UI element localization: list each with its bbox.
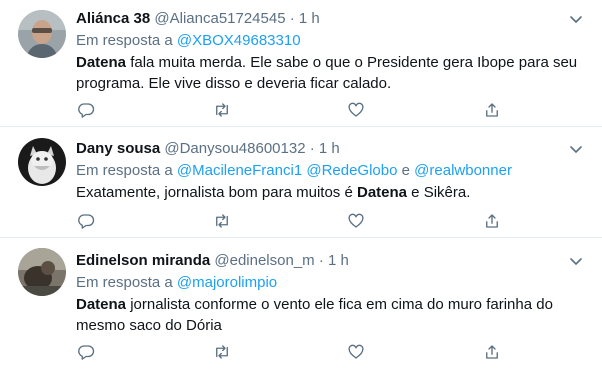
- mention-link[interactable]: @realwbonner: [414, 162, 512, 179]
- reply-context: Em resposta a @XBOX49683310: [76, 31, 588, 51]
- tweet-text-body: jornalista conforme o vento ele fica em …: [76, 296, 553, 334]
- separator: ·: [289, 10, 295, 27]
- reply-icon[interactable]: [76, 342, 96, 362]
- chevron-down-icon[interactable]: [568, 141, 584, 157]
- like-icon[interactable]: [346, 211, 366, 231]
- chevron-down-icon[interactable]: [568, 253, 584, 269]
- reply-prefix: Em resposta a: [76, 162, 173, 179]
- reply-icon[interactable]: [76, 211, 96, 231]
- share-icon[interactable]: [482, 211, 502, 231]
- tweet-header: Edinelson miranda @edinelson_m · 1 h: [76, 251, 588, 271]
- tweet-actions: [76, 211, 506, 231]
- separator: ·: [318, 252, 324, 269]
- mention-joiner: e: [397, 162, 415, 179]
- like-icon[interactable]: [346, 342, 366, 362]
- reply-context: Em resposta a @MacileneFranci1 @RedeGlob…: [76, 161, 588, 181]
- avatar[interactable]: [18, 138, 66, 186]
- retweet-icon[interactable]: [212, 100, 232, 120]
- retweet-icon[interactable]: [212, 211, 232, 231]
- highlighted-term: Datena: [76, 54, 127, 71]
- reply-icon[interactable]: [76, 100, 96, 120]
- tweet-text: Exatamente, jornalista bom para muitos é…: [76, 182, 588, 203]
- timestamp[interactable]: 1 h: [299, 10, 320, 27]
- reply-prefix: Em resposta a: [76, 274, 173, 291]
- avatar[interactable]: [18, 248, 66, 296]
- tweet-actions: [76, 100, 506, 120]
- reply-prefix: Em resposta a: [76, 32, 173, 49]
- timestamp[interactable]: 1 h: [319, 140, 340, 157]
- mention-link[interactable]: @RedeGlobo: [306, 162, 397, 179]
- handle[interactable]: @Danysou48600132: [164, 140, 305, 157]
- timeline: Aliánca 38 @Alianca51724545 · 1 h Em res…: [0, 0, 602, 371]
- highlighted-term: Datena: [76, 296, 127, 313]
- highlighted-term: Datena: [356, 184, 408, 201]
- handle[interactable]: @edinelson_m: [214, 252, 314, 269]
- tweet-header: Aliánca 38 @Alianca51724545 · 1 h: [76, 9, 588, 29]
- separator: ·: [309, 140, 315, 157]
- retweet-icon[interactable]: [212, 342, 232, 362]
- timestamp[interactable]: 1 h: [328, 252, 349, 269]
- share-icon[interactable]: [482, 100, 502, 120]
- mention-link[interactable]: @MacileneFranci1: [177, 162, 302, 179]
- like-icon[interactable]: [346, 100, 366, 120]
- display-name[interactable]: Aliánca 38: [76, 10, 150, 27]
- tweet[interactable]: Dany sousa @Danysou48600132 · 1 h Em res…: [0, 127, 602, 238]
- mention-link[interactable]: @majorolimpio: [177, 274, 277, 291]
- mention-link[interactable]: @XBOX49683310: [177, 32, 301, 49]
- chevron-down-icon[interactable]: [568, 11, 584, 27]
- reply-context: Em resposta a @majorolimpio: [76, 273, 588, 293]
- tweet-text: Datena fala muita merda. Ele sabe o que …: [76, 52, 588, 94]
- tweet-text-body: Exatamente, jornalista bom para muitos é: [76, 184, 357, 201]
- tweet-text-end: e Sikêra.: [407, 184, 471, 201]
- avatar[interactable]: [18, 10, 66, 58]
- display-name[interactable]: Edinelson miranda: [76, 252, 210, 269]
- tweet-header: Dany sousa @Danysou48600132 · 1 h: [76, 139, 588, 159]
- tweet-text-body: fala muita merda. Ele sabe o que o Presi…: [76, 54, 578, 92]
- share-icon[interactable]: [482, 342, 502, 362]
- display-name[interactable]: Dany sousa: [76, 140, 160, 157]
- tweet-actions: [76, 342, 506, 362]
- tweet[interactable]: Edinelson miranda @edinelson_m · 1 h Em …: [0, 238, 602, 371]
- handle[interactable]: @Alianca51724545: [154, 10, 285, 27]
- tweet-text: Datena jornalista conforme o vento ele f…: [76, 294, 588, 336]
- tweet[interactable]: Aliánca 38 @Alianca51724545 · 1 h Em res…: [0, 0, 602, 127]
